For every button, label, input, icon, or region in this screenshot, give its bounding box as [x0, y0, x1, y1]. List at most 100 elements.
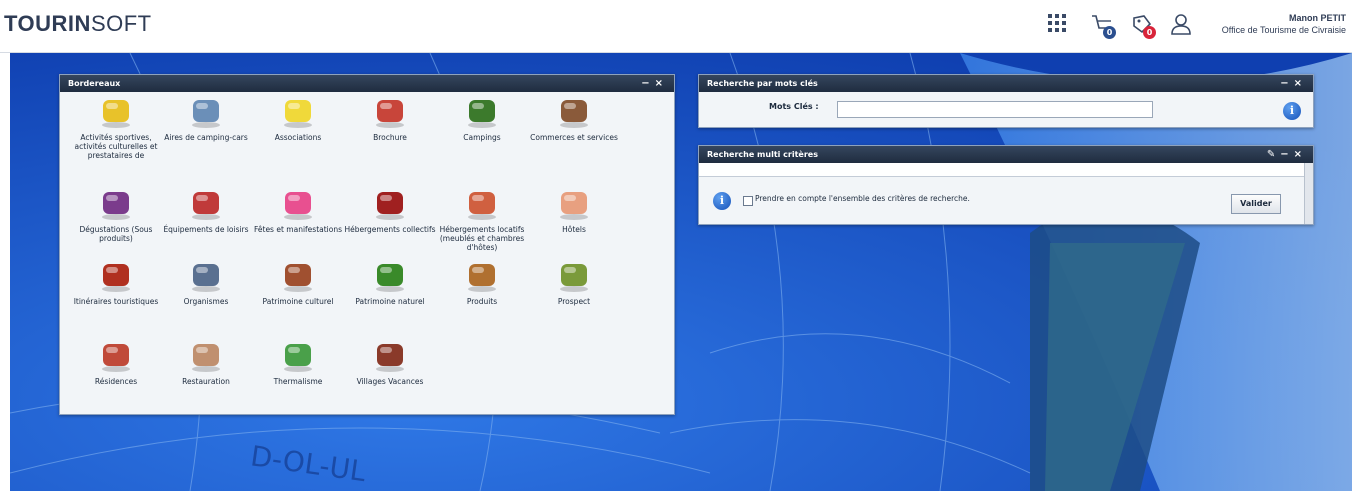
cart-button[interactable]: 0: [1090, 12, 1116, 44]
bowling-icon: [186, 187, 226, 221]
menu-icon: [186, 339, 226, 373]
all-criteria-checkbox[interactable]: [743, 196, 753, 206]
ball-icon: [96, 95, 136, 129]
minimize-icon[interactable]: −: [1280, 149, 1293, 160]
tent-icon: [462, 95, 502, 129]
bordereau-label: Brochure: [373, 133, 407, 142]
village-icon: [370, 339, 410, 373]
bordereau-label: Activités sportives, activités culturell…: [74, 133, 158, 160]
bordereau-label: Hôtels: [562, 225, 586, 234]
bordereau-tile[interactable]: Équipements de loisirs: [160, 187, 252, 234]
top-bar: TOURINSOFT 0 0 Manon PETIT Office de Tou…: [0, 0, 1352, 53]
bordereaux-title: Bordereaux: [68, 79, 121, 88]
bordereau-tile[interactable]: Associations: [252, 95, 344, 142]
multi-criteria-title: Recherche multi critères: [707, 150, 818, 159]
valider-button[interactable]: Valider: [1231, 194, 1281, 214]
bordereau-tile[interactable]: Thermalisme: [252, 339, 344, 386]
bordereau-label: Fêtes et manifestations: [253, 225, 342, 234]
watering-can-icon: [278, 339, 318, 373]
bordereau-label: Patrimoine naturel: [355, 297, 425, 306]
tree-icon: [370, 259, 410, 293]
bordereau-label: Équipements de loisirs: [163, 225, 249, 234]
bordereaux-header[interactable]: Bordereaux −×: [60, 75, 674, 92]
bordereau-tile[interactable]: Restauration: [160, 339, 252, 386]
multi-criteria-header[interactable]: Recherche multi critères ✎−×: [699, 146, 1313, 163]
user-name: Manon PETIT: [1289, 13, 1346, 23]
bordereau-label: Campings: [463, 133, 501, 142]
apps-grid-icon[interactable]: [1048, 14, 1066, 32]
bordereau-label: Restauration: [182, 377, 230, 386]
bordereau-tile[interactable]: Produits: [436, 259, 528, 306]
people-icon: [554, 259, 594, 293]
bordereau-tile[interactable]: Brochure: [344, 95, 436, 142]
bordereau-label: Dégustations (Sous produits): [79, 225, 153, 243]
key-icon: [462, 187, 502, 221]
panel-controls: −×: [641, 75, 668, 92]
bordereau-label: Produits: [466, 297, 498, 306]
bordereau-label: Commerces et services: [530, 133, 618, 142]
hotel-icon: [554, 187, 594, 221]
panel-controls: −×: [1280, 75, 1307, 92]
bordereau-label: Associations: [274, 133, 322, 142]
bordereau-label: Prospect: [557, 297, 591, 306]
ballot-box-icon: [186, 259, 226, 293]
keyword-search-panel: Recherche par mots clés −× Mots Clés : i: [698, 74, 1314, 128]
bordereau-label: Villages Vacances: [356, 377, 424, 386]
pin-icon[interactable]: ✎: [1267, 149, 1280, 160]
minimize-icon[interactable]: −: [1280, 78, 1293, 89]
bordereau-label: Thermalisme: [273, 377, 323, 386]
residence-icon: [96, 339, 136, 373]
notes-icon: [278, 95, 318, 129]
bordereau-label: Aires de camping-cars: [164, 133, 248, 142]
app-logo[interactable]: TOURINSOFT: [4, 11, 152, 37]
bordereau-label: Patrimoine culturel: [262, 297, 334, 306]
bordereau-tile[interactable]: Résidences: [70, 339, 162, 386]
bordereau-tile[interactable]: Dégustations (Sous produits): [70, 187, 162, 243]
info-icon[interactable]: i: [1283, 102, 1301, 120]
bordereau-tile[interactable]: Hôtels: [528, 187, 620, 234]
bordereau-tile[interactable]: Hébergements collectifs: [344, 187, 436, 234]
bordereau-tile[interactable]: Fêtes et manifestations: [252, 187, 344, 234]
bordereau-label: Résidences: [94, 377, 138, 386]
keyword-search-title: Recherche par mots clés: [707, 79, 818, 88]
bordereau-tile[interactable]: Organismes: [160, 259, 252, 306]
bordereau-tile[interactable]: Aires de camping-cars: [160, 95, 252, 142]
bordereau-tile[interactable]: Patrimoine naturel: [344, 259, 436, 306]
bordereaux-panel: Bordereaux −× Activités sportives, activ…: [59, 74, 675, 415]
bordereau-tile[interactable]: Villages Vacances: [344, 339, 436, 386]
bordereau-label: Itinéraires touristiques: [73, 297, 159, 306]
info-icon[interactable]: i: [713, 192, 731, 210]
keyword-input[interactable]: [837, 101, 1153, 118]
user-organization: Office de Tourisme de Civraisie: [1221, 25, 1346, 35]
notifications-button[interactable]: 0: [1130, 12, 1156, 44]
bordereau-tile[interactable]: Campings: [436, 95, 528, 142]
multi-criteria-panel: Recherche multi critères ✎−× i Prendre e…: [698, 145, 1314, 225]
cart-badge: 0: [1103, 26, 1116, 39]
minimize-icon[interactable]: −: [641, 78, 654, 89]
close-icon[interactable]: ×: [1294, 149, 1307, 160]
close-icon[interactable]: ×: [655, 78, 668, 89]
keyword-search-header[interactable]: Recherche par mots clés −×: [699, 75, 1313, 92]
panel-controls: ✎−×: [1267, 146, 1307, 163]
shopkeeper-icon: [554, 95, 594, 129]
painting-icon: [278, 259, 318, 293]
bordereau-tile[interactable]: Prospect: [528, 259, 620, 306]
all-criteria-label: Prendre en compte l'ensemble des critère…: [755, 194, 970, 203]
bordereau-tile[interactable]: Activités sportives, activités culturell…: [70, 95, 162, 160]
close-icon[interactable]: ×: [1294, 78, 1307, 89]
user-info[interactable]: Manon PETIT Office de Tourisme de Civrai…: [1222, 12, 1346, 36]
bordereau-label: Organismes: [183, 297, 229, 306]
notifications-badge: 0: [1143, 26, 1156, 39]
camper-van-icon: [186, 95, 226, 129]
bordereau-tile[interactable]: Hébergements locatifs (meublés et chambr…: [436, 187, 528, 252]
balloons-icon: [278, 187, 318, 221]
user-icon: [1171, 14, 1191, 35]
jar-icon: [96, 187, 136, 221]
bunk-bed-icon: [370, 187, 410, 221]
bordereau-tile[interactable]: Commerces et services: [528, 95, 620, 142]
bordereau-tile[interactable]: Itinéraires touristiques: [70, 259, 162, 306]
vertical-scrollbar[interactable]: [1304, 163, 1313, 224]
user-menu-button[interactable]: [1170, 12, 1192, 40]
bordereau-tile[interactable]: Patrimoine culturel: [252, 259, 344, 306]
box-icon: [462, 259, 502, 293]
